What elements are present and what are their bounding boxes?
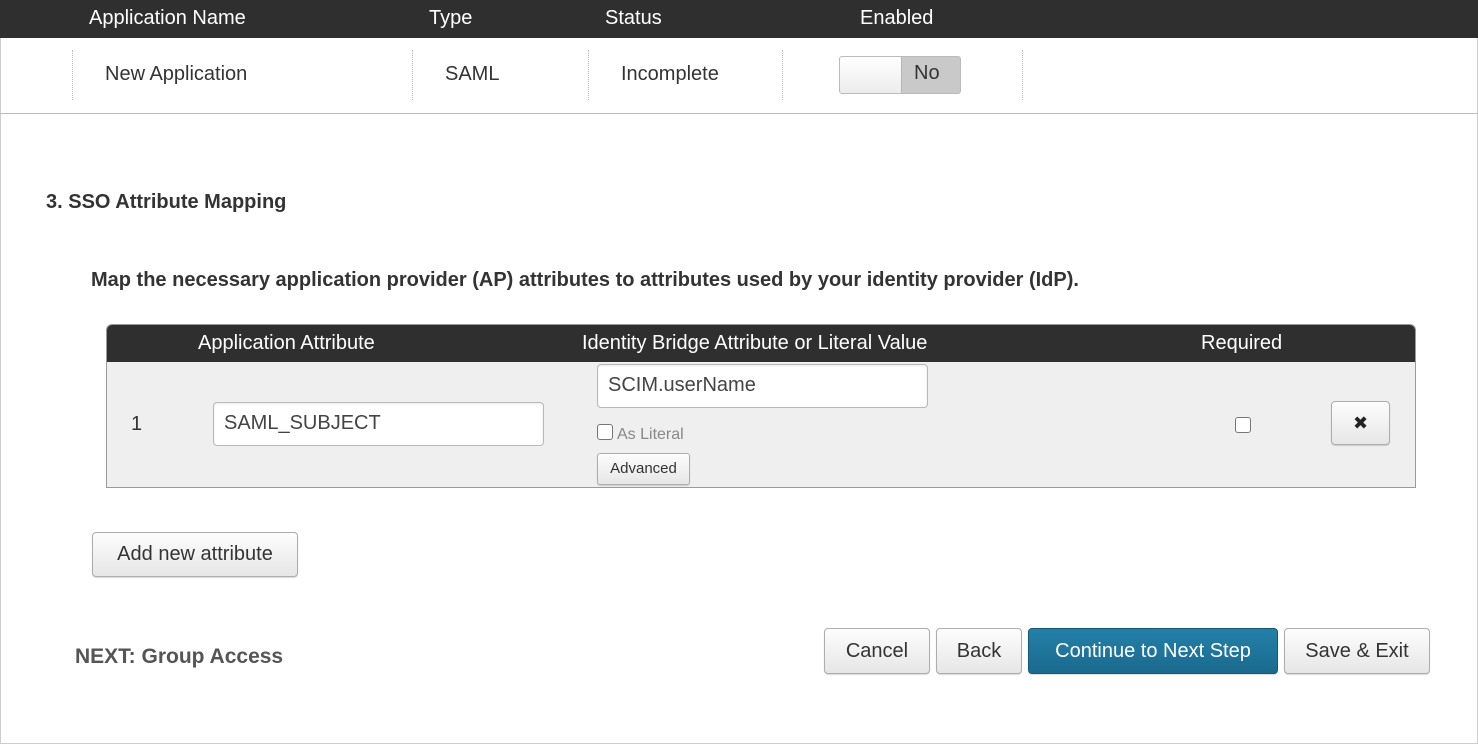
attribute-mapping-table: Application Attribute Identity Bridge At…	[106, 324, 1416, 488]
toggle-knob	[840, 57, 902, 93]
toggle-label: No	[914, 62, 940, 84]
section-description: Map the necessary application provider (…	[91, 269, 1079, 291]
col-header-identity-bridge-attribute: Identity Bridge Attribute or Literal Val…	[582, 332, 928, 354]
add-new-attribute-button[interactable]: Add new attribute	[92, 532, 298, 577]
back-button[interactable]: Back	[936, 628, 1022, 674]
app-table-row: New Application SAML Incomplete No	[0, 38, 1478, 114]
column-divider	[1022, 50, 1023, 100]
save-exit-button[interactable]: Save & Exit	[1284, 628, 1430, 674]
enabled-toggle[interactable]: No	[839, 56, 961, 94]
col-header-required: Required	[1201, 332, 1283, 354]
column-divider	[72, 50, 73, 100]
column-divider	[782, 50, 783, 100]
advanced-button[interactable]: Advanced	[597, 453, 690, 485]
application-type-cell: SAML	[445, 63, 500, 85]
column-divider	[412, 50, 413, 100]
required-checkbox[interactable]	[1235, 417, 1251, 433]
cancel-button[interactable]: Cancel	[824, 628, 930, 674]
application-attribute-input[interactable]: SAML_SUBJECT	[213, 402, 544, 446]
col-header-application-attribute: Application Attribute	[198, 332, 375, 354]
as-literal-checkbox[interactable]	[597, 424, 613, 440]
close-icon: ✖	[1352, 413, 1369, 433]
continue-button[interactable]: Continue to Next Step	[1028, 628, 1278, 674]
col-header-application-name: Application Name	[89, 7, 246, 29]
row-index: 1	[131, 413, 143, 435]
application-status-cell: Incomplete	[621, 63, 719, 85]
next-step-label: NEXT: Group Access	[75, 645, 284, 668]
as-literal-label: As Literal	[617, 426, 684, 443]
identity-bridge-attribute-input[interactable]: SCIM.userName	[597, 364, 928, 408]
col-header-status: Status	[605, 7, 662, 29]
application-name-cell: New Application	[105, 63, 248, 85]
col-header-type: Type	[429, 7, 473, 29]
app-table-header: Application Name Type Status Enabled	[0, 0, 1478, 38]
mapping-table-header: Application Attribute Identity Bridge At…	[107, 325, 1415, 362]
column-divider	[588, 50, 589, 100]
section-title: 3. SSO Attribute Mapping	[46, 191, 287, 213]
col-header-enabled: Enabled	[860, 7, 934, 29]
delete-row-button[interactable]: ✖	[1331, 401, 1390, 445]
